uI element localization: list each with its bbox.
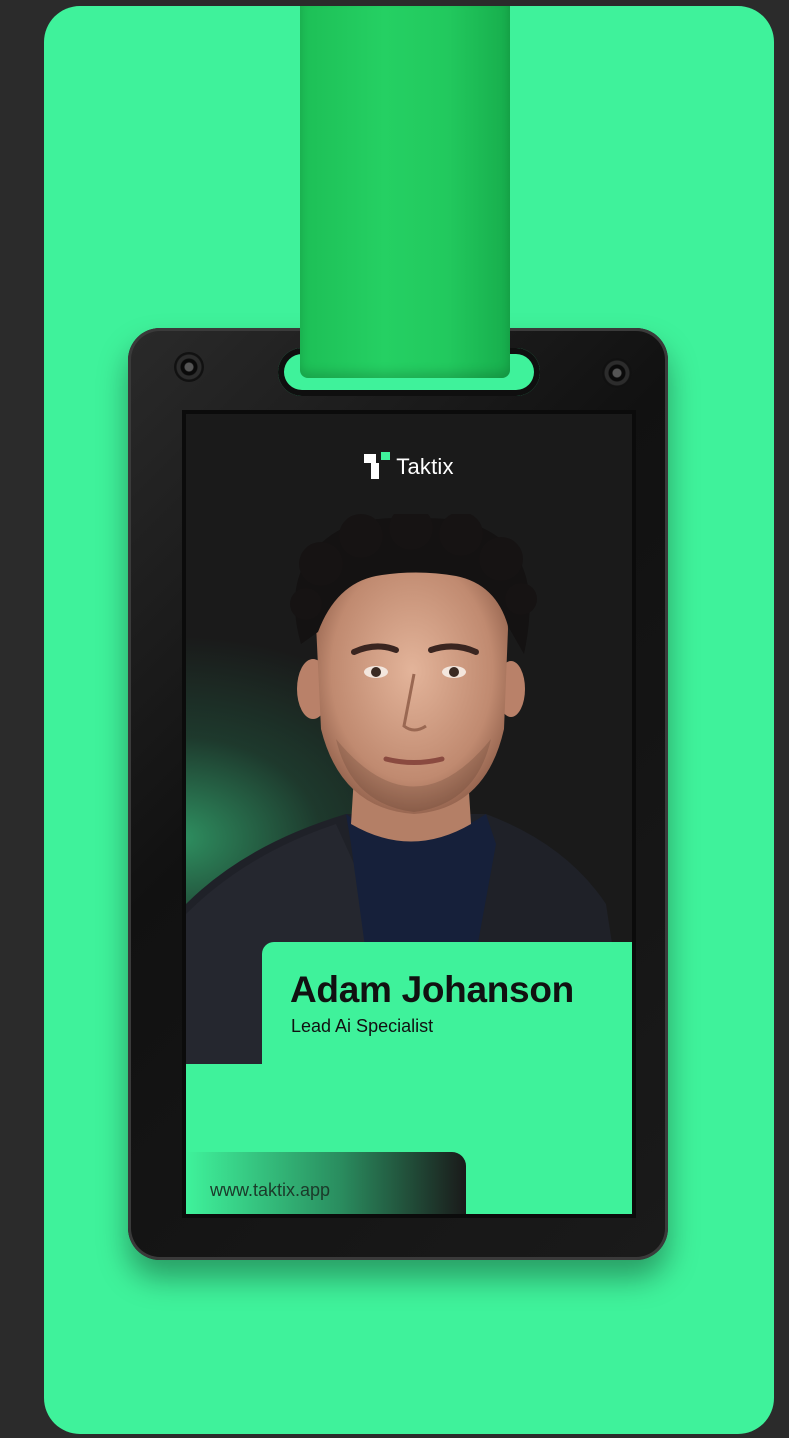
lanyard-strap bbox=[300, 6, 510, 378]
screw-icon bbox=[602, 358, 632, 388]
taktix-logo-icon bbox=[364, 452, 391, 480]
website-url: www.taktix.app bbox=[210, 1180, 331, 1200]
brand-logo: Taktix bbox=[186, 452, 632, 480]
screw-icon bbox=[174, 352, 204, 382]
badge-holder: Taktix Adam Johanson Lead Ai Specialist … bbox=[128, 328, 668, 1260]
brand-name: Taktix bbox=[396, 454, 454, 479]
id-card: Taktix Adam Johanson Lead Ai Specialist … bbox=[186, 414, 632, 1214]
person-name: Adam Johanson bbox=[290, 969, 574, 1010]
person-role: Lead Ai Specialist bbox=[291, 1016, 434, 1036]
